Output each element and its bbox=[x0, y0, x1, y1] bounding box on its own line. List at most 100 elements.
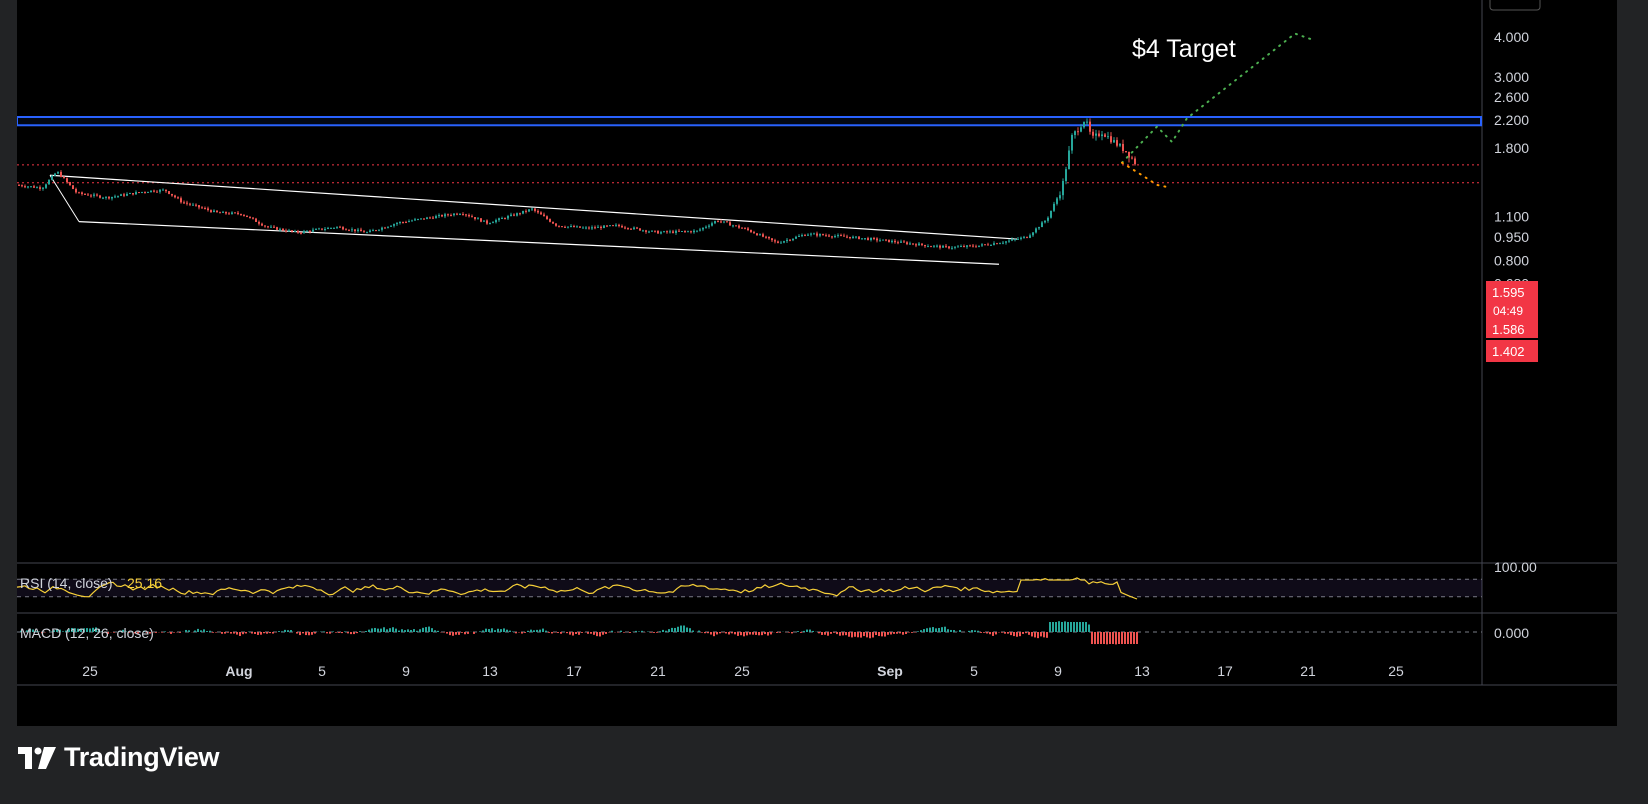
macd-bar bbox=[203, 629, 205, 632]
macd-bar bbox=[740, 632, 742, 636]
macd-bar bbox=[407, 629, 409, 632]
macd-bar bbox=[788, 632, 790, 633]
candle-up bbox=[51, 175, 53, 180]
candle-up bbox=[279, 228, 281, 230]
candle-up bbox=[810, 233, 812, 235]
macd-bar bbox=[698, 630, 700, 632]
support-price-badge: 1.402 bbox=[1486, 340, 1538, 362]
macd-bar bbox=[821, 632, 823, 635]
time-axis-tick: 9 bbox=[1054, 663, 1062, 679]
candle-down bbox=[621, 226, 623, 228]
macd-bar bbox=[620, 630, 622, 632]
macd-bar bbox=[932, 627, 934, 632]
candle-up bbox=[150, 190, 152, 192]
macd-bar bbox=[1100, 632, 1102, 644]
macd-bar bbox=[416, 630, 418, 632]
candle-down bbox=[579, 226, 581, 228]
candle-down bbox=[975, 246, 977, 248]
macd-bar bbox=[1085, 622, 1087, 632]
candle-down bbox=[996, 243, 998, 245]
candle-down bbox=[525, 210, 527, 212]
candle-down bbox=[765, 236, 767, 238]
candle-up bbox=[576, 226, 578, 228]
candle-down bbox=[534, 208, 536, 211]
macd-bar bbox=[347, 632, 349, 634]
macd-bar bbox=[830, 632, 832, 634]
candle-down bbox=[771, 238, 773, 241]
wedge-lower-line bbox=[78, 221, 1000, 265]
candle-up bbox=[819, 234, 821, 236]
brand[interactable]: TradingView bbox=[18, 742, 220, 773]
macd-bar bbox=[737, 632, 739, 636]
candle-up bbox=[591, 227, 593, 229]
candle-up bbox=[498, 218, 500, 221]
rsi-pane[interactable] bbox=[16, 577, 1482, 600]
candle-down bbox=[561, 226, 563, 228]
price-axis-tick: 0.800 bbox=[1494, 253, 1529, 269]
macd-bar bbox=[926, 628, 928, 632]
candle-up bbox=[522, 210, 524, 214]
macd-bar bbox=[656, 632, 658, 633]
macd-bar bbox=[572, 632, 574, 636]
trading-chart[interactable]: 4.000 3.000 2.600 2.200 1.800 1.100 0.950 0.800… bbox=[16, 0, 1617, 726]
time-axis[interactable]: 25 Aug 5 9 13 17 21 25 Sep 5 9 13 17 21 25 bbox=[82, 663, 1404, 679]
macd-bar bbox=[1130, 632, 1132, 644]
macd-pane[interactable] bbox=[17, 621, 1482, 645]
macd-bar bbox=[971, 630, 973, 632]
macd-bar bbox=[671, 627, 673, 632]
macd-bar bbox=[497, 628, 499, 632]
candle-up bbox=[786, 239, 788, 242]
candle-up bbox=[492, 222, 494, 224]
macd-bar bbox=[215, 632, 217, 633]
candle-down bbox=[717, 221, 719, 223]
candle-down bbox=[474, 217, 476, 219]
rsi-axis-tick: 100.00 bbox=[1494, 559, 1537, 575]
macd-bar bbox=[503, 628, 505, 632]
macd-bar bbox=[725, 632, 727, 634]
macd-bar bbox=[443, 632, 445, 633]
candle-up bbox=[981, 244, 983, 246]
candle-up bbox=[399, 222, 401, 224]
macd-bar bbox=[548, 632, 550, 633]
macd-bar bbox=[950, 629, 952, 632]
candle-up bbox=[960, 246, 962, 248]
chart-settings-button[interactable] bbox=[1489, 0, 1541, 11]
candle-down bbox=[90, 195, 92, 197]
candle-up bbox=[1056, 198, 1058, 204]
candle-up bbox=[117, 195, 119, 197]
candle-up bbox=[396, 223, 398, 225]
candle-down bbox=[1122, 143, 1124, 152]
macd-bar bbox=[851, 632, 853, 638]
macd-bar bbox=[1097, 632, 1099, 644]
candle-down bbox=[573, 226, 575, 228]
macd-bar bbox=[1040, 632, 1042, 637]
macd-bar bbox=[923, 629, 925, 632]
macd-bar bbox=[458, 632, 460, 635]
candle-up bbox=[891, 240, 893, 243]
macd-bar bbox=[731, 632, 733, 634]
candle-up bbox=[693, 230, 695, 233]
macd-bar bbox=[419, 629, 421, 632]
macd-bar bbox=[578, 632, 580, 635]
macd-bar bbox=[398, 630, 400, 632]
macd-bar bbox=[650, 632, 652, 633]
macd-bar bbox=[857, 632, 859, 638]
candle-up bbox=[501, 218, 503, 220]
candle-down bbox=[846, 236, 848, 238]
candle-down bbox=[228, 213, 230, 215]
macd-bar bbox=[593, 632, 595, 635]
macd-bar bbox=[560, 632, 562, 634]
candle-up bbox=[420, 218, 422, 220]
candle-down bbox=[873, 238, 875, 240]
macd-bar bbox=[1010, 632, 1012, 636]
candle-up bbox=[222, 211, 224, 213]
macd-bar bbox=[335, 632, 337, 633]
macd-bar bbox=[425, 627, 427, 632]
macd-bar bbox=[641, 630, 643, 632]
macd-bar bbox=[1109, 632, 1111, 644]
candle-up bbox=[294, 230, 296, 232]
candle-up bbox=[942, 245, 944, 248]
macd-bar bbox=[1001, 632, 1003, 633]
macd-bar bbox=[311, 632, 313, 635]
macd-bar bbox=[410, 629, 412, 632]
